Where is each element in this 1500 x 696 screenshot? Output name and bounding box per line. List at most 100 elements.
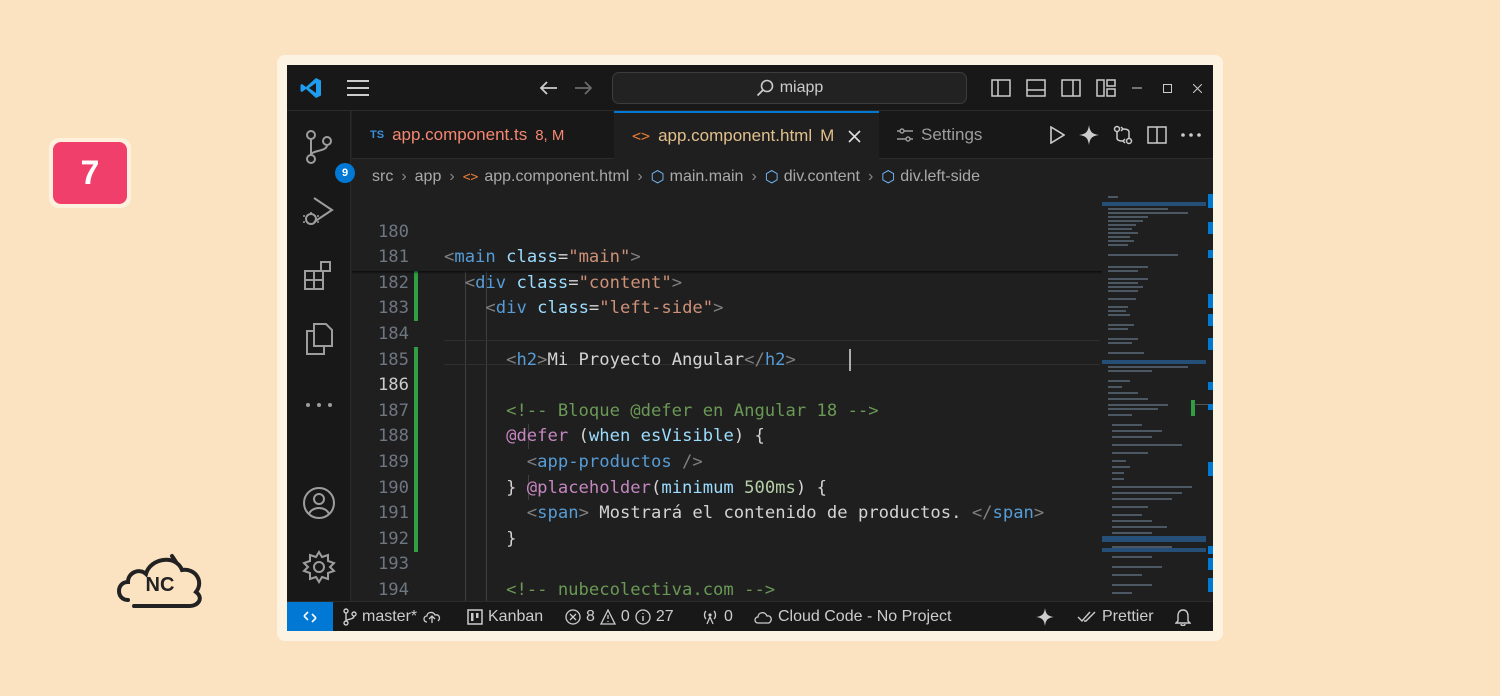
manage-gear-icon[interactable] [301, 549, 337, 585]
kanban-label: Kanban [488, 608, 544, 625]
tab-label: app.component.ts [392, 125, 528, 144]
toggle-secondary-sidebar-icon[interactable] [1059, 77, 1083, 99]
forward-arrow-icon[interactable] [571, 77, 595, 99]
code-line: 183 [352, 271, 1102, 318]
minimap[interactable] [1102, 194, 1213, 601]
kanban-icon [467, 609, 483, 625]
code-line: 192 [352, 501, 1102, 549]
error-icon [565, 609, 581, 625]
notifications-bell-icon[interactable] [1175, 602, 1191, 631]
title-bar: miapp [287, 65, 1213, 111]
more-actions-icon[interactable] [1181, 133, 1201, 137]
prettier-label: Prettier [1102, 608, 1154, 625]
breadcrumb: src › app › <> app.component.html › ⬡ ma… [352, 160, 1213, 194]
branch-indicator[interactable]: master* [343, 602, 442, 631]
warning-icon [599, 609, 616, 625]
window-frame: miapp 9 TS app.component.ts 8, M <> app.… [277, 55, 1223, 641]
breadcrumb-item[interactable]: app.component.html [484, 168, 629, 186]
chevron-right-icon: › [751, 168, 757, 185]
accounts-icon[interactable] [301, 485, 337, 521]
more-icon[interactable] [301, 387, 337, 423]
broadcast-icon [703, 610, 717, 625]
activity-bar: 9 [287, 111, 355, 601]
tab-label: Settings [921, 125, 983, 144]
cloud-code-label: Cloud Code - No Project [778, 608, 952, 625]
breadcrumb-item[interactable]: app [415, 168, 442, 186]
element-cube-icon: ⬡ [881, 169, 896, 186]
tab-app-component-html[interactable]: <> app.component.html M [614, 111, 879, 159]
tab-settings[interactable]: Settings [879, 111, 1019, 159]
code-line: 188 <app-productos /> [352, 399, 1102, 472]
compare-changes-icon[interactable] [1113, 125, 1133, 145]
chevron-right-icon: › [867, 168, 874, 185]
code-line: 186 <!-- Bloque @defer en Angular 18 --> [352, 348, 1102, 421]
code-line: 181 <div class="content"> [352, 220, 1102, 293]
toggle-panel-icon[interactable] [1024, 77, 1048, 99]
code-line: 191 } [352, 476, 1102, 549]
step-number: 7 [53, 142, 127, 204]
sparkle-icon [1036, 608, 1054, 626]
split-editor-icon[interactable] [1147, 126, 1167, 144]
command-center-search[interactable]: miapp [612, 72, 967, 104]
tab-app-component-ts[interactable]: TS app.component.ts 8, M [352, 111, 610, 159]
tab-label: app.component.html [658, 126, 813, 145]
code-line: 194 [352, 552, 1102, 600]
extensions-icon[interactable] [301, 257, 337, 293]
branch-name: master* [362, 608, 418, 625]
run-icon[interactable] [1049, 126, 1065, 144]
ports-indicator[interactable]: 0 [701, 602, 733, 631]
code-line: 184 <h2>Mi Proyecto Angular</h2> [352, 296, 1102, 370]
status-bar: master* Kanban 8 0 27 0 Cloud Code - No … [287, 601, 1213, 631]
breadcrumb-item[interactable]: div.content [784, 168, 860, 186]
customize-layout-icon[interactable] [1094, 77, 1118, 99]
logo-text: NC [145, 574, 175, 596]
vscode-window: miapp 9 TS app.component.ts 8, M <> app.… [287, 65, 1213, 631]
code-line: 195 <svg [352, 578, 1102, 601]
kanban-indicator[interactable]: Kanban [467, 602, 543, 631]
error-count: 8 [586, 608, 595, 625]
editor-actions [1049, 111, 1201, 159]
back-arrow-icon[interactable] [537, 77, 561, 99]
step-badge: 7 [49, 138, 131, 208]
code-editor[interactable]: 180 <main class="main"> 181 <div class="… [352, 194, 1102, 601]
warning-count: 0 [620, 608, 630, 625]
nubecolectiva-logo: NC [114, 550, 206, 612]
toggle-primary-sidebar-icon[interactable] [989, 77, 1013, 99]
info-count: 27 [655, 608, 674, 625]
maximize-icon[interactable] [1157, 77, 1177, 99]
close-tab-icon[interactable] [848, 129, 861, 143]
element-cube-icon: ⬡ [650, 169, 665, 186]
vscode-logo-icon [297, 74, 325, 102]
double-check-icon [1077, 611, 1096, 623]
source-control-icon[interactable]: 9 [301, 129, 355, 183]
code-line: 193 <!-- nubecolectiva.com --> [352, 527, 1102, 600]
html-file-icon: <> [462, 169, 479, 185]
prettier-indicator[interactable]: Prettier [1077, 602, 1154, 631]
remote-indicator[interactable] [287, 602, 333, 631]
cloud-code-indicator[interactable]: Cloud Code - No Project [753, 602, 951, 631]
settings-sliders-icon [897, 128, 913, 142]
cloud-upload-icon[interactable] [422, 610, 442, 624]
ports-count: 0 [724, 608, 733, 625]
menu-icon[interactable] [345, 76, 371, 100]
explorer-icon[interactable] [301, 321, 337, 357]
problems-indicator[interactable]: 8 0 27 [565, 602, 674, 631]
run-and-debug-icon[interactable] [301, 193, 337, 229]
copilot-indicator[interactable] [1036, 602, 1054, 631]
html-file-icon: <> [632, 127, 651, 145]
code-line: 190 <span> Mostrará el contenido de prod… [352, 450, 1102, 524]
breadcrumb-item[interactable]: main.main [670, 168, 744, 186]
chevron-right-icon: › [401, 168, 407, 185]
editor-tabs: TS app.component.ts 8, M <> app.componen… [352, 111, 1213, 159]
sparkle-icon[interactable] [1079, 125, 1099, 145]
remote-icon [303, 611, 317, 623]
code-line: 189 } @placeholder(minimum 500ms) { [352, 424, 1102, 498]
tab-status: 8, M [535, 126, 565, 144]
code-line: 185 [352, 322, 1102, 370]
close-window-icon[interactable] [1187, 77, 1207, 99]
minimize-icon[interactable] [1127, 77, 1147, 99]
breadcrumb-item[interactable]: src [372, 168, 393, 186]
code-line: 187 @defer (when esVisible) { [352, 373, 1102, 447]
breadcrumb-item[interactable]: div.left-side [900, 168, 980, 186]
search-icon [756, 79, 774, 97]
